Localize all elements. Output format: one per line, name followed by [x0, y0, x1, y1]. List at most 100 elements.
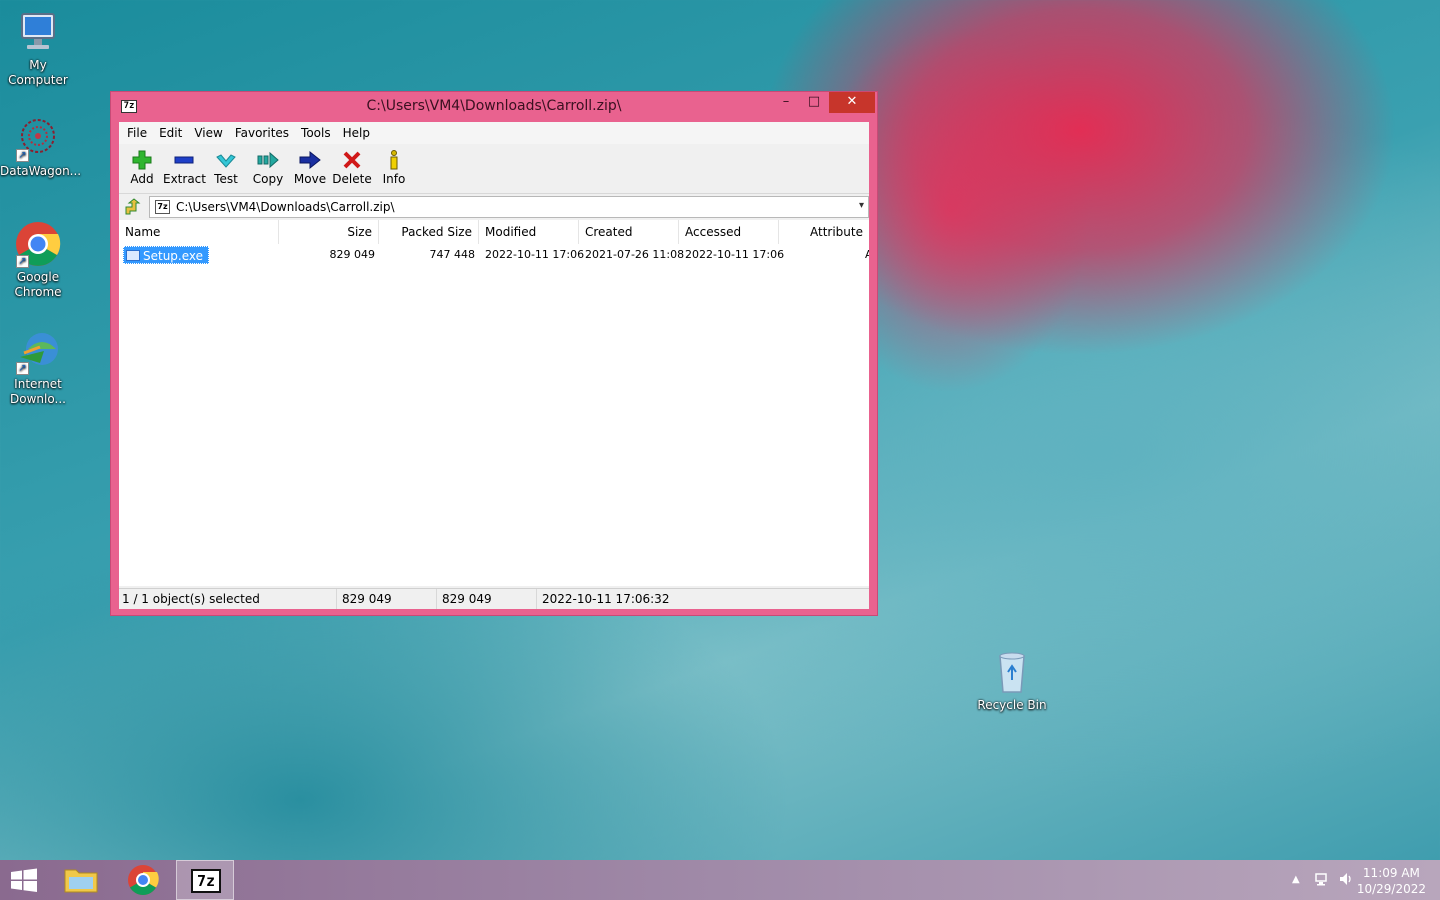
- maximize-button[interactable]: □: [799, 92, 829, 113]
- add-icon: [121, 148, 163, 172]
- internet-download-manager-icon: ↗: [14, 327, 62, 375]
- file-name-cell[interactable]: Setup.exe: [123, 246, 210, 264]
- desktop-icon-recycle-bin[interactable]: Recycle Bin: [974, 648, 1050, 713]
- info-icon: [373, 148, 415, 172]
- menu-help[interactable]: Help: [337, 126, 376, 140]
- extract-icon: [163, 148, 205, 172]
- desktop-icon-label: Downlo...: [10, 392, 66, 406]
- taskbar-google-chrome[interactable]: [118, 860, 168, 900]
- address-path: C:\Users\VM4\Downloads\Carroll.zip\: [176, 200, 395, 214]
- chrome-icon: ↗: [14, 220, 62, 268]
- file-accessed: 2022-10-11 17:06: [685, 248, 785, 261]
- chrome-icon: [128, 865, 159, 896]
- desktop-icon-my-computer[interactable]: My Computer: [0, 8, 76, 88]
- address-input[interactable]: 7z C:\Users\VM4\Downloads\Carroll.zip\ ▾: [149, 196, 869, 218]
- desktop-icon-label: Recycle Bin: [977, 698, 1047, 712]
- volume-icon[interactable]: [1338, 871, 1354, 891]
- file-created: 2021-07-26 11:08: [585, 248, 685, 261]
- file-packed-size: 747 448: [429, 248, 476, 261]
- title-bar[interactable]: 7z C:\Users\VM4\Downloads\Carroll.zip\ –…: [111, 92, 877, 122]
- status-selection: 1 / 1 object(s) selected: [119, 589, 337, 609]
- column-header-accessed[interactable]: Accessed: [679, 220, 779, 244]
- shortcut-arrow-icon: ↗: [16, 255, 29, 268]
- desktop-icon-datawagon[interactable]: ↗ DataWagon...: [0, 114, 82, 179]
- chevron-down-icon[interactable]: ▾: [859, 200, 864, 211]
- move-icon: [289, 148, 331, 172]
- table-row[interactable]: Setup.exe 829 049 747 448 2022-10-11 17:…: [119, 246, 869, 264]
- menu-tools[interactable]: Tools: [295, 126, 337, 140]
- column-header-size[interactable]: Size: [279, 220, 379, 244]
- delete-label: Delete: [332, 172, 372, 186]
- extract-button[interactable]: Extract: [163, 144, 206, 193]
- file-size: 829 049: [329, 248, 376, 261]
- add-button[interactable]: Add: [121, 144, 163, 193]
- 7zip-file-manager-window[interactable]: 7z C:\Users\VM4\Downloads\Carroll.zip\ –…: [110, 91, 878, 616]
- test-icon: [205, 148, 247, 172]
- desktop-icon-label: Chrome: [14, 285, 62, 299]
- column-header-attributes[interactable]: Attribute: [779, 220, 869, 244]
- window-client-area: File Edit View Favorites Tools Help Add …: [119, 122, 869, 609]
- desktop-icon-internet-download-manager[interactable]: ↗ Internet Downlo...: [0, 327, 76, 407]
- menu-file[interactable]: File: [121, 126, 153, 140]
- add-label: Add: [130, 172, 154, 186]
- test-label: Test: [214, 172, 238, 186]
- minimize-button[interactable]: –: [771, 92, 801, 113]
- status-bar: 1 / 1 object(s) selected 829 049 829 049…: [119, 588, 869, 609]
- start-button[interactable]: [0, 860, 48, 900]
- file-list[interactable]: Name Size Packed Size Modified Created A…: [119, 220, 869, 586]
- clock-time: 11:09 AM: [1362, 866, 1420, 880]
- taskbar-file-explorer[interactable]: [56, 860, 106, 900]
- file-name: Setup.exe: [143, 249, 204, 263]
- taskbar: 7z ▲ 11:09 AM 10/29/2022: [0, 860, 1440, 900]
- menu-view[interactable]: View: [188, 126, 228, 140]
- delete-icon: [331, 148, 373, 172]
- status-packed: 829 049: [439, 589, 537, 609]
- 7zip-taskbar-icon: 7z: [191, 869, 221, 893]
- test-button[interactable]: Test: [205, 144, 247, 193]
- copy-label: Copy: [252, 172, 284, 186]
- show-hidden-icons-icon[interactable]: ▲: [1292, 874, 1300, 885]
- column-header-name[interactable]: Name: [119, 220, 279, 244]
- column-header-packed-size[interactable]: Packed Size: [379, 220, 479, 244]
- desktop-icon-label: Internet: [14, 377, 62, 391]
- status-size: 829 049: [339, 589, 437, 609]
- menu-bar: File Edit View Favorites Tools Help: [119, 122, 869, 144]
- folder-icon: [64, 869, 98, 893]
- info-button[interactable]: Info: [373, 144, 415, 193]
- move-label: Move: [293, 172, 327, 186]
- taskbar-7zip[interactable]: 7z: [176, 860, 234, 900]
- address-bar: 7z C:\Users\VM4\Downloads\Carroll.zip\ ▾: [119, 194, 869, 220]
- copy-icon: [247, 148, 289, 172]
- exe-file-icon: [126, 250, 140, 261]
- taskbar-clock[interactable]: 11:09 AM 10/29/2022: [1357, 865, 1426, 897]
- info-label: Info: [382, 172, 406, 186]
- computer-icon: [14, 8, 62, 56]
- recycle-bin-icon: [988, 648, 1036, 696]
- desktop-icon-google-chrome[interactable]: ↗ Google Chrome: [0, 220, 76, 300]
- close-button[interactable]: ✕: [829, 92, 875, 113]
- shortcut-arrow-icon: ↗: [16, 362, 29, 375]
- column-header-created[interactable]: Created: [579, 220, 679, 244]
- column-header-modified[interactable]: Modified: [479, 220, 579, 244]
- datawagon-icon: ↗: [14, 114, 62, 162]
- window-title: C:\Users\VM4\Downloads\Carroll.zip\: [366, 98, 622, 114]
- delete-button[interactable]: Delete: [331, 144, 373, 193]
- desktop-icon-label: DataWagon...: [0, 164, 82, 178]
- status-modified: 2022-10-11 17:06:32: [542, 592, 670, 606]
- desktop-icon-label: Computer: [8, 73, 68, 87]
- move-button[interactable]: Move: [289, 144, 331, 193]
- up-folder-icon[interactable]: [123, 198, 141, 216]
- menu-favorites[interactable]: Favorites: [229, 126, 295, 140]
- extract-label: Extract: [163, 172, 206, 186]
- file-attributes: A: [865, 248, 869, 261]
- network-icon[interactable]: [1314, 871, 1330, 891]
- shortcut-arrow-icon: ↗: [16, 149, 29, 162]
- file-modified: 2022-10-11 17:06: [485, 248, 585, 261]
- zip-archive-icon: 7z: [155, 200, 170, 214]
- desktop-icon-label: My: [29, 58, 47, 72]
- copy-button[interactable]: Copy: [247, 144, 289, 193]
- menu-edit[interactable]: Edit: [153, 126, 188, 140]
- toolbar: Add Extract Test Copy Move Delete Info: [119, 144, 869, 194]
- desktop-icon-label: Google: [16, 270, 60, 284]
- windows-logo-icon: [11, 868, 37, 892]
